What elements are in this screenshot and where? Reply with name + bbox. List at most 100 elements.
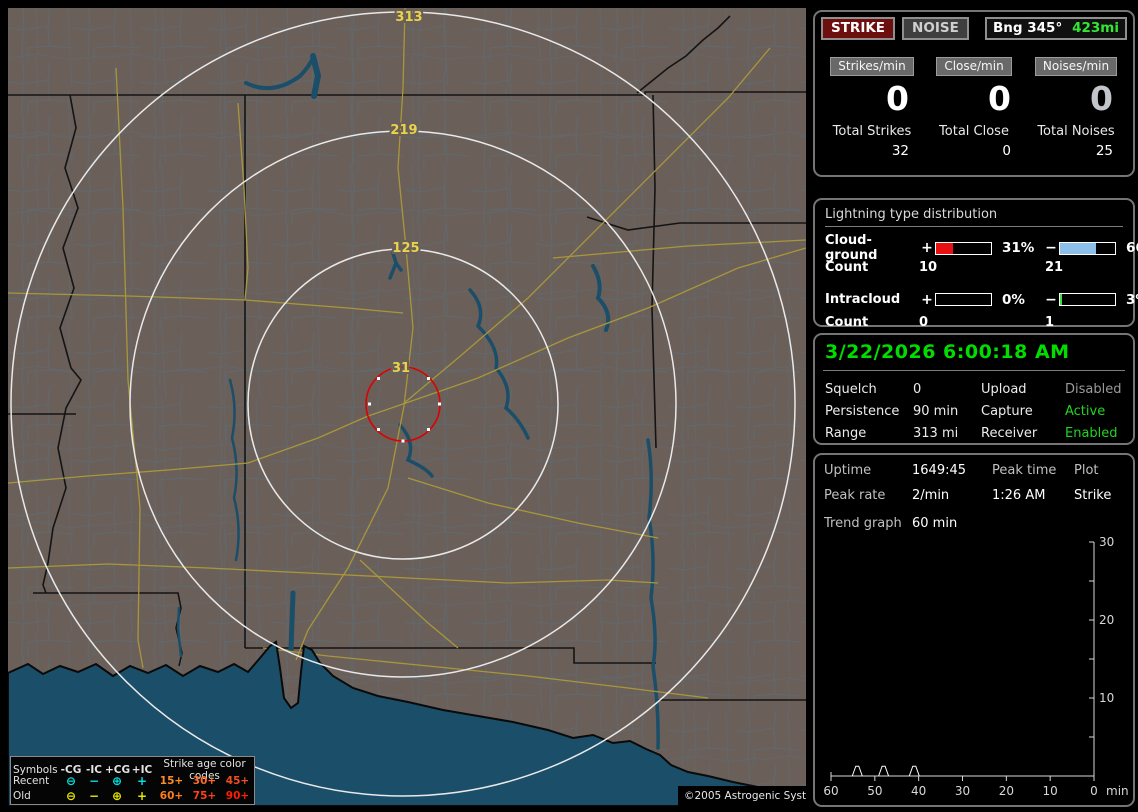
ring-label-219: 219 <box>390 123 417 138</box>
bearing-label: Bng 345° <box>993 20 1063 36</box>
peak-time-value: 1:26 AM <box>992 488 1046 503</box>
map-canvas[interactable]: 313 219 125 31 Symbols -CG -IC +CG +IC S… <box>8 8 806 806</box>
neg-ic-recent-icon: − <box>88 773 100 788</box>
cloud-ground-label: Cloud-ground <box>825 233 878 263</box>
cg-minus-bar <box>1059 241 1116 255</box>
plot-label: Plot <box>1074 463 1099 478</box>
age-15: 15+ <box>159 774 184 787</box>
svg-text:20: 20 <box>1099 613 1114 627</box>
strikes-per-min-value: 0 <box>886 79 909 118</box>
noise-mode-button[interactable]: NOISE <box>902 17 969 40</box>
plus-sign: + <box>921 240 933 256</box>
total-noises-value: 25 <box>1095 143 1113 159</box>
close-per-min-chip: Close/min <box>936 57 1012 76</box>
uptime-value: 1649:45 <box>912 463 967 478</box>
legend-old-label: Old <box>13 789 31 802</box>
trend-stats-grid: Uptime 1649:45 Peak time Plot Peak rate … <box>823 463 1125 503</box>
legend-header-row: Symbols -CG -IC +CG +IC Strike age color… <box>13 758 252 782</box>
age-75: 75+ <box>192 789 217 802</box>
total-close-value: 0 <box>1002 143 1011 159</box>
intracloud-label: Intracloud <box>825 292 901 307</box>
cg-plus-bar-fill <box>936 242 954 254</box>
svg-text:40: 40 <box>911 784 926 798</box>
legend-old-row: Old ⊖ − ⊕ + 60+ 75+ 90+ <box>13 788 252 803</box>
svg-text:50: 50 <box>867 784 882 798</box>
peak-time-label: Peak time <box>992 463 1057 478</box>
legend-recent-row: Recent ⊖ − ⊕ + 15+ 30+ 45+ <box>13 773 252 788</box>
copyright-notice: ©2005 Astrogenic Systems <box>678 786 806 806</box>
trend-panel: Uptime 1649:45 Peak time Plot Peak rate … <box>813 453 1135 807</box>
symbols-legend: Symbols -CG -IC +CG +IC Strike age color… <box>10 756 255 805</box>
pos-cg-recent-icon: ⊕ <box>111 773 123 788</box>
cg-plus-count: 10 <box>919 259 938 275</box>
total-strikes-value: 32 <box>891 143 909 159</box>
cg-plus-bar <box>935 241 992 255</box>
total-noises-label: Total Noises <box>1037 124 1115 139</box>
persistence-label: Persistence <box>825 404 900 419</box>
lightning-map: 313 219 125 31 <box>8 8 806 806</box>
pos-ic-recent-icon: + <box>136 773 148 788</box>
trend-graph-window: 60 min <box>912 516 958 531</box>
distribution-title: Lightning type distribution <box>825 205 1123 227</box>
ring-label-313: 313 <box>395 10 422 25</box>
age-90: 90+ <box>225 789 250 802</box>
noises-column: Noises/min 0 Total Noises 25 <box>1025 57 1127 159</box>
legend-recent-label: Recent <box>13 774 50 787</box>
ic-minus-bar-fill <box>1060 294 1062 305</box>
strikes-column: Strikes/min 0 Total Strikes 32 <box>821 57 923 159</box>
age-60: 60+ <box>159 789 184 802</box>
svg-text:30: 30 <box>1099 535 1114 549</box>
pos-ic-old-icon: + <box>136 788 148 803</box>
ic-count-label: Count <box>825 314 869 330</box>
trend-graph: 10 20 30 60 50 40 30 20 10 0 min <box>823 535 1129 798</box>
receiver-status: Enabled <box>1065 426 1118 441</box>
receiver-label: Receiver <box>981 426 1038 441</box>
peak-rate-value: 2/min <box>912 488 950 503</box>
squelch-value: 0 <box>913 382 922 397</box>
squelch-label: Squelch <box>825 382 877 397</box>
ic-minus-bar <box>1059 293 1116 306</box>
minus-sign: − <box>1045 240 1057 256</box>
bearing-readout: Bng 345° 423mi <box>985 17 1127 40</box>
ic-plus-pct: 0% <box>1002 291 1025 308</box>
plus-sign: + <box>921 291 933 308</box>
intracloud-row: Intracloud + 0% − 3% <box>825 288 1138 311</box>
cg-count-label: Count <box>825 259 869 275</box>
svg-text:min: min <box>1106 784 1129 798</box>
upload-label: Upload <box>981 382 1027 397</box>
svg-text:10: 10 <box>1099 691 1114 705</box>
ic-minus-pct: 3% <box>1126 291 1138 308</box>
range-label: Range <box>825 426 867 441</box>
ring-label-125: 125 <box>392 241 419 256</box>
intracloud-count-row: Count 0 1 <box>825 311 1123 333</box>
trend-graph-label: Trend graph <box>824 516 902 531</box>
neg-ic-old-icon: − <box>88 788 100 803</box>
ring-label-31: 31 <box>392 361 410 376</box>
svg-text:60: 60 <box>823 784 838 798</box>
capture-status: Active <box>1065 404 1106 419</box>
capture-label: Capture <box>981 404 1033 419</box>
bearing-distance: 423mi <box>1072 20 1119 36</box>
cg-minus-count: 21 <box>1045 259 1064 275</box>
age-45: 45+ <box>225 774 250 787</box>
close-column: Close/min 0 Total Close 0 <box>923 57 1025 159</box>
ic-plus-bar <box>935 293 992 306</box>
total-close-label: Total Close <box>939 124 1009 139</box>
clock-status-panel: 3/22/2026 6:00:18 AM Squelch 0 Upload Di… <box>813 333 1135 445</box>
cloud-ground-count-row: Count 10 21 <box>825 256 1123 278</box>
plot-value: Strike <box>1074 488 1112 503</box>
strikes-per-min-chip: Strikes/min <box>830 57 914 76</box>
range-value: 313 mi <box>913 426 959 441</box>
cg-minus-bar-fill <box>1060 242 1097 254</box>
counters-panel: STRIKE NOISE Bng 345° 423mi Strikes/min … <box>813 10 1135 177</box>
cg-minus-pct: 66% <box>1126 240 1138 256</box>
status-grid: Squelch 0 Upload Disabled Persistence 90… <box>823 382 1125 441</box>
pos-cg-old-icon: ⊕ <box>111 788 123 803</box>
minus-sign: − <box>1045 291 1057 308</box>
noises-per-min-chip: Noises/min <box>1034 57 1118 76</box>
cg-plus-pct: 31% <box>1002 240 1035 256</box>
upload-status: Disabled <box>1065 382 1122 397</box>
strike-mode-button[interactable]: STRIKE <box>821 17 896 40</box>
neg-cg-recent-icon: ⊖ <box>65 773 77 788</box>
ic-minus-count: 1 <box>1045 314 1055 330</box>
